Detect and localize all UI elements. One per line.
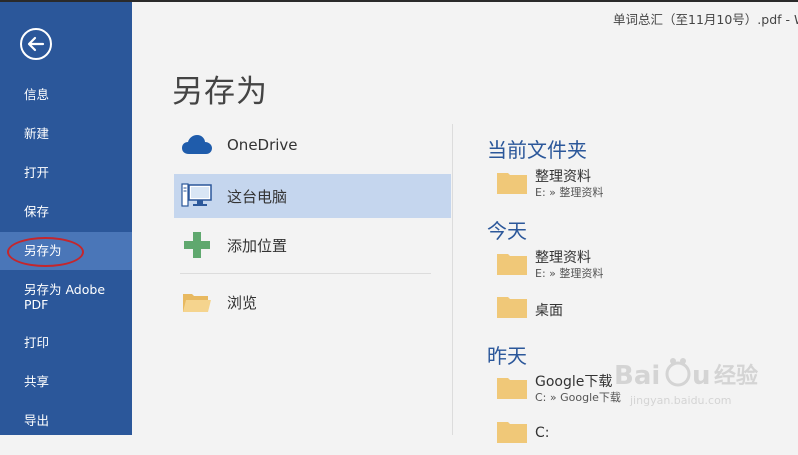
nav-share[interactable]: 共享 [0,374,132,389]
folder-open-icon [180,287,214,317]
recent-folder-item[interactable]: C: [497,415,797,455]
location-onedrive[interactable]: OneDrive [174,123,451,167]
recent-folder-item[interactable]: 整理资料 E: » 整理资料 [497,166,797,206]
svg-text:Bai: Bai [614,361,660,391]
nav-save[interactable]: 保存 [0,204,132,219]
plus-icon [180,230,214,260]
nav-export[interactable]: 导出 [0,413,132,428]
back-button[interactable] [20,28,52,60]
folder-path: C: » Google下载 [535,391,621,404]
recent-folder-item[interactable]: 桌面 [497,290,797,330]
nav-print[interactable]: 打印 [0,335,132,350]
folder-icon [497,254,527,275]
location-browse-label: 浏览 [227,293,258,312]
location-add-place-label: 添加位置 [227,236,288,255]
svg-text:u: u [692,361,711,391]
page-title: 另存为 [172,74,268,110]
recent-folder-item[interactable]: 整理资料 E: » 整理资料 [497,247,797,287]
folder-icon [497,173,527,194]
location-add-place[interactable]: 添加位置 [174,223,451,267]
folder-name: 整理资料 [535,250,591,266]
nav-info[interactable]: 信息 [0,87,132,102]
svg-text:jingyan.baidu.com: jingyan.baidu.com [629,394,732,407]
nav-save-as-label: 另存为 [24,243,62,258]
cloud-icon [180,130,214,160]
folder-name: 桌面 [535,303,563,319]
column-divider [452,124,453,435]
nav-print-label: 打印 [24,335,50,350]
nav-save-as[interactable]: 另存为 [0,232,132,270]
locations-divider [180,273,431,274]
folder-path: E: » 整理资料 [535,186,604,199]
heading-current-folder: 当前文件夹 [487,138,587,162]
heading-yesterday: 昨天 [487,344,527,368]
heading-today: 今天 [487,219,527,243]
baidu-watermark-logo: Bai u 经验 jingyan.baidu.com [614,358,758,407]
location-browse[interactable]: 浏览 [174,280,451,324]
backstage-sidebar: 信息 新建 打开 保存 另存为 另存为 Adobe PDF 打印 共享 导出 [0,2,132,435]
arrow-left-icon [27,36,45,52]
nav-new-label: 新建 [24,126,50,141]
folder-icon [497,297,527,318]
nav-open[interactable]: 打开 [0,165,132,180]
document-title: 单词总汇（至11月10号）.pdf - W [613,12,798,27]
location-onedrive-label: OneDrive [227,136,298,154]
folder-name: 整理资料 [535,169,591,185]
nav-export-label: 导出 [24,413,50,428]
folder-name: C: [535,425,550,441]
folder-icon [497,422,527,443]
computer-icon [180,181,214,211]
location-this-pc-label: 这台电脑 [227,187,288,206]
location-this-pc[interactable]: 这台电脑 [174,174,451,218]
svg-text:经验: 经验 [714,363,758,389]
nav-save-label: 保存 [24,204,50,219]
nav-open-label: 打开 [24,165,50,180]
folder-icon [497,378,527,399]
nav-save-as-adobe-pdf-label: 另存为 Adobe PDF [24,282,106,312]
folder-name: Google下载 [535,374,613,390]
nav-new[interactable]: 新建 [0,126,132,141]
nav-info-label: 信息 [24,87,50,102]
nav-share-label: 共享 [24,374,50,389]
folder-path: E: » 整理资料 [535,267,604,280]
nav-save-as-adobe-pdf[interactable]: 另存为 Adobe PDF [0,282,132,312]
